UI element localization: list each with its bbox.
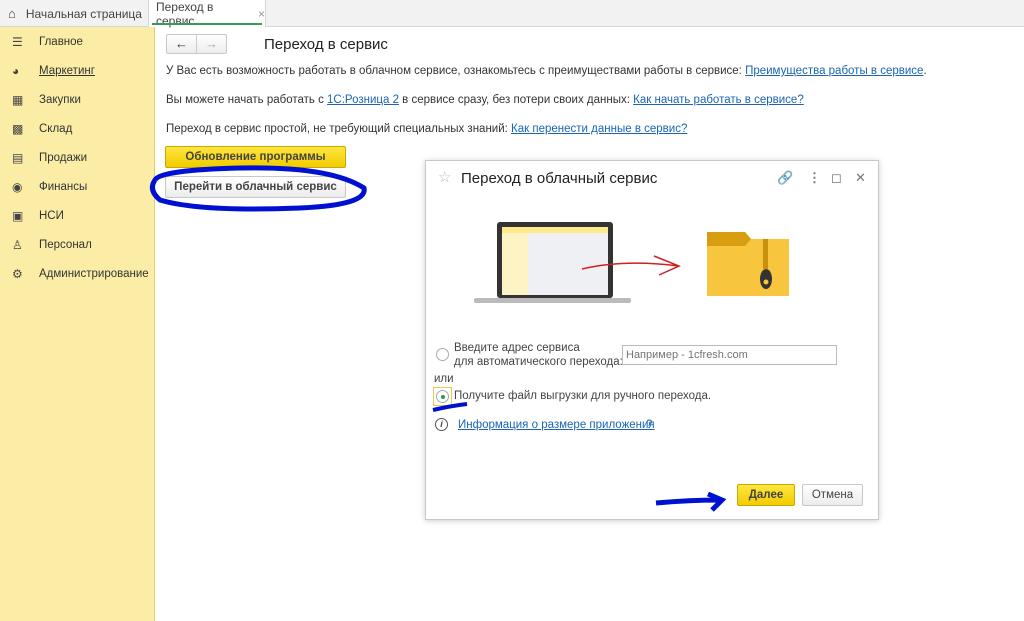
tab-label: Начальная страница — [25, 6, 142, 21]
tab-home[interactable]: ⌂ Начальная страница — [8, 0, 142, 27]
product-link[interactable]: 1С:Розница 2 — [327, 94, 399, 106]
sidebar-item-label: НСИ — [39, 210, 64, 222]
migration-illustration — [474, 222, 789, 303]
forward-button[interactable]: → — [196, 35, 226, 53]
person-icon: ♙ — [12, 238, 23, 252]
sidebar: ☰ Главное ◕ Маркетинг ▦ Закупки ▩ Склад ▤ Про… — [0, 27, 155, 621]
home-icon: ⌂ — [8, 6, 16, 21]
help-icon[interactable]: ? — [646, 419, 652, 431]
auto-transfer-label: Введите адрес сервиса для автоматического… — [454, 341, 623, 369]
money-icon: ◉ — [12, 180, 23, 194]
text: У Вас есть возможность работать в облачн… — [166, 65, 746, 77]
tab-service[interactable]: Переход в сервис × — [148, 0, 266, 28]
sidebar-item-label: Главное — [39, 36, 83, 48]
maximize-icon[interactable]: ◻ — [831, 170, 842, 186]
app-size-info-link[interactable]: Информация о размере приложения — [458, 419, 655, 431]
sidebar-item-label: Финансы — [39, 181, 88, 193]
sidebar-item-label: Склад — [39, 123, 73, 135]
menu-icon: ☰ — [12, 35, 23, 49]
text: . — [923, 65, 927, 77]
cloud-service-button[interactable]: Перейти в облачный сервис — [165, 176, 346, 198]
info-line-3: Переход в сервис простой, не требующий с… — [166, 123, 687, 135]
info-line-2: Вы можете начать работать с 1С:Розница 2… — [166, 94, 804, 106]
sidebar-item-sales[interactable]: ▤ Продажи — [12, 151, 87, 165]
sidebar-item-personnel[interactable]: ♙ Персонал — [12, 238, 92, 252]
sidebar-item-label: Закупки — [39, 94, 81, 106]
advantages-link[interactable]: Преимущества работы в сервисе — [745, 65, 923, 77]
star-icon[interactable]: ☆ — [438, 168, 451, 186]
text: Вы можете начать работать с — [166, 94, 328, 106]
more-icon[interactable]: ⋮ — [808, 170, 821, 186]
label-line: Введите адрес сервиса — [454, 342, 580, 354]
auto-transfer-radio[interactable] — [436, 348, 449, 361]
cart-icon: ▦ — [12, 93, 24, 107]
history-nav: ← → — [166, 34, 227, 54]
documents-icon: ▣ — [12, 209, 24, 223]
service-address-input[interactable] — [622, 345, 837, 365]
how-to-start-link[interactable]: Как начать работать в сервисе? — [633, 94, 804, 106]
sidebar-item-marketing[interactable]: ◕ Маркетинг — [12, 64, 95, 78]
close-icon[interactable]: ✕ — [855, 170, 866, 186]
dialog-title: Переход в облачный сервис — [461, 170, 658, 187]
or-label: или — [434, 373, 454, 385]
next-button[interactable]: Далее — [737, 484, 795, 506]
link-icon[interactable]: 🔗 — [777, 170, 793, 186]
label-line: для автоматического перехода: — [454, 356, 623, 368]
basket-icon: ▤ — [12, 151, 24, 165]
manual-transfer-radio[interactable] — [436, 390, 449, 403]
tab-label: Переход в сервис — [156, 0, 214, 28]
pie-chart-icon: ◕ — [12, 64, 20, 78]
manual-transfer-label: Получите файл выгрузки для ручного перех… — [454, 390, 712, 402]
info-line-1: У Вас есть возможность работать в облачн… — [166, 65, 927, 77]
tab-bar: ⌂ Начальная страница Переход в сервис × — [0, 0, 1024, 28]
sidebar-item-warehouse[interactable]: ▩ Склад — [12, 122, 72, 136]
close-tab-icon[interactable]: × — [258, 7, 265, 21]
sidebar-item-label: Администрирование — [39, 268, 149, 280]
sidebar-item-purchases[interactable]: ▦ Закупки — [12, 93, 81, 107]
sidebar-item-label: Маркетинг — [39, 65, 95, 77]
laptop-base — [474, 298, 631, 303]
sidebar-item-label: Продажи — [39, 152, 88, 164]
sidebar-item-main[interactable]: ☰ Главное — [12, 35, 83, 49]
back-button[interactable]: ← — [167, 35, 196, 53]
text: в сервисе сразу, без потери своих данных… — [398, 94, 634, 106]
warehouse-icon: ▩ — [12, 122, 24, 136]
cloud-migration-dialog: ☆ Переход в облачный сервис 🔗 ⋮ ◻ ✕ Введ… — [425, 160, 879, 520]
sidebar-item-nsi[interactable]: ▣ НСИ — [12, 209, 64, 223]
info-icon: i — [435, 418, 448, 431]
sidebar-item-label: Персонал — [39, 239, 92, 251]
how-to-transfer-link[interactable]: Как перенести данные в сервис? — [511, 123, 687, 135]
sidebar-item-finance[interactable]: ◉ Финансы — [12, 180, 87, 194]
update-button[interactable]: Обновление программы — [165, 146, 346, 168]
page-title: Переход в сервис — [264, 36, 388, 53]
cancel-button[interactable]: Отмена — [802, 484, 863, 506]
gear-icon: ⚙ — [12, 267, 23, 281]
text: Переход в сервис простой, не требующий с… — [166, 123, 512, 135]
sidebar-item-admin[interactable]: ⚙ Администрирование — [12, 267, 149, 281]
